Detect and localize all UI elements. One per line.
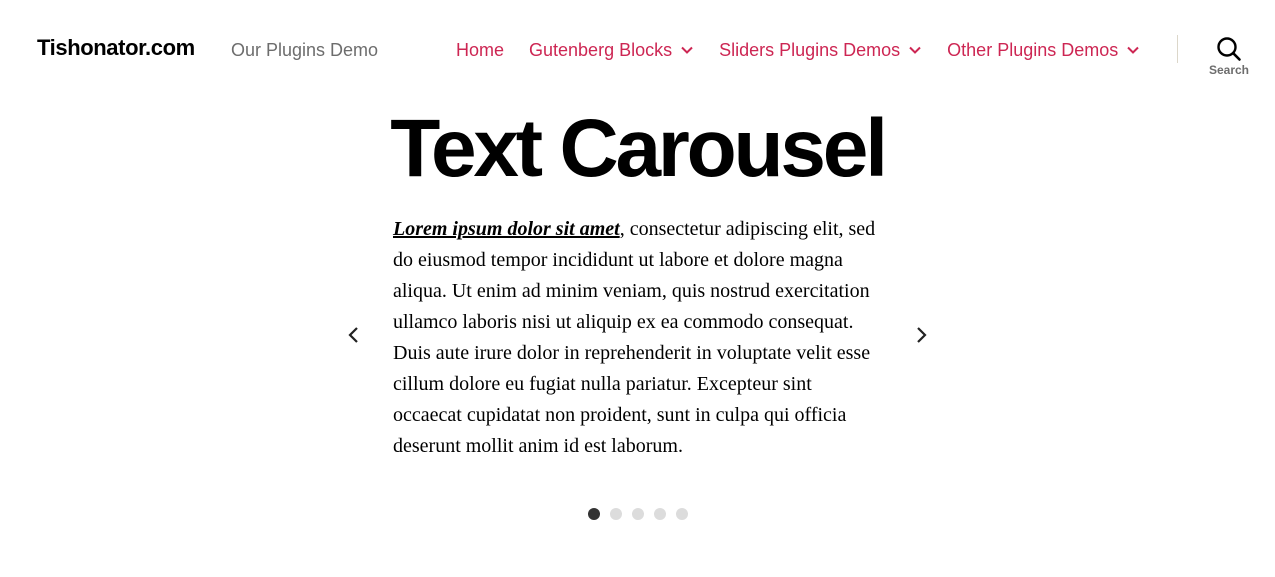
carousel-dot-5[interactable]	[676, 508, 688, 520]
primary-nav: Home Gutenberg Blocks Sliders Plugins De…	[456, 37, 1140, 63]
chevron-right-icon	[917, 327, 927, 343]
nav-item-label: Other Plugins Demos	[947, 40, 1119, 60]
chevron-down-icon[interactable]	[908, 43, 922, 57]
carousel-dot-4[interactable]	[654, 508, 666, 520]
carousel-pagination	[588, 508, 688, 520]
chevron-down-icon[interactable]	[680, 43, 694, 57]
header-divider	[1177, 35, 1178, 63]
nav-item-home[interactable]: Home	[456, 38, 504, 62]
nav-item-gutenberg-blocks[interactable]: Gutenberg Blocks	[529, 38, 694, 62]
carousel-slide-body: , consectetur adipiscing elit, sed do ei…	[393, 218, 876, 457]
nav-item-other-plugins-demos[interactable]: Other Plugins Demos	[947, 38, 1140, 62]
carousel-dot-3[interactable]	[632, 508, 644, 520]
carousel-prev-button[interactable]	[343, 324, 365, 346]
carousel-dot-2[interactable]	[610, 508, 622, 520]
search-icon	[1217, 37, 1241, 61]
nav-item-sliders-plugins-demos[interactable]: Sliders Plugins Demos	[719, 38, 922, 62]
search-label: Search	[1208, 63, 1250, 77]
nav-item-label: Sliders Plugins Demos	[719, 40, 901, 60]
carousel-next-button[interactable]	[910, 324, 932, 346]
carousel-slide-text: Lorem ipsum dolor sit amet, consectetur …	[393, 214, 879, 462]
carousel-slide-lead: Lorem ipsum dolor sit amet	[393, 218, 620, 240]
nav-item-label: Home	[456, 40, 505, 60]
search-toggle-button[interactable]: Search	[1200, 36, 1258, 77]
site-title[interactable]: Tishonator.com	[37, 34, 195, 62]
carousel-dot-1[interactable]	[588, 508, 600, 520]
page-title: Text Carousel	[390, 103, 888, 194]
chevron-left-icon	[348, 327, 358, 343]
nav-item-label: Gutenberg Blocks	[529, 40, 673, 60]
site-description: Our Plugins Demo	[231, 40, 379, 60]
chevron-down-icon[interactable]	[1126, 43, 1140, 57]
